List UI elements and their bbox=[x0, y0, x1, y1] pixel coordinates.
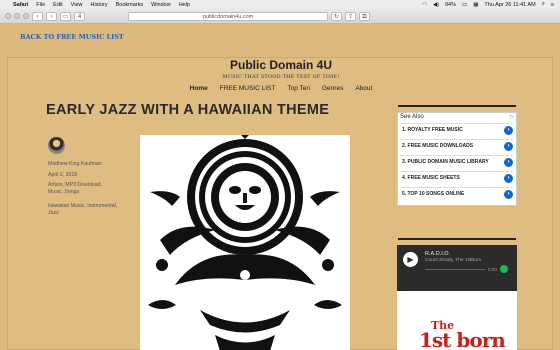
nav-home[interactable]: Home bbox=[190, 85, 208, 92]
tabs-icon[interactable]: ⧉ bbox=[359, 11, 370, 21]
album-art-text-2: 1st born bbox=[419, 328, 506, 350]
menu-history[interactable]: History bbox=[90, 2, 107, 8]
chevron-right-icon: › bbox=[504, 126, 513, 135]
extension-badge[interactable]: 4 bbox=[74, 11, 85, 21]
battery-icon[interactable]: ▭ bbox=[462, 2, 467, 8]
menu-window[interactable]: Window bbox=[151, 2, 171, 8]
battery-percent[interactable]: 94% bbox=[445, 2, 456, 8]
author-avatar[interactable] bbox=[48, 137, 65, 154]
main-nav: Home FREE MUSIC LIST Top Ten Genres Abou… bbox=[8, 85, 554, 92]
site-title[interactable]: Public Domain 4U bbox=[8, 58, 554, 72]
sidebar-divider bbox=[398, 238, 516, 240]
see-also-link-label: 2. FREE MUSIC DOWNLOADS bbox=[402, 143, 474, 149]
zoom-window-icon[interactable] bbox=[23, 13, 29, 19]
see-also-link-2[interactable]: 2. FREE MUSIC DOWNLOADS › bbox=[400, 139, 514, 152]
flag-icon[interactable]: ▦ bbox=[473, 2, 478, 8]
radio-title[interactable]: R.A.D.I.O. bbox=[425, 251, 450, 257]
tribal-sun-illustration bbox=[148, 135, 342, 350]
reload-icon[interactable]: ↻ bbox=[331, 11, 342, 21]
minimize-window-icon[interactable] bbox=[14, 13, 20, 19]
menu-file[interactable]: File bbox=[36, 2, 45, 8]
forward-button[interactable]: › bbox=[46, 11, 57, 21]
see-also-link-label: 4. FREE MUSIC SHEETS bbox=[402, 175, 460, 181]
see-also-link-label: 5. TOP 10 SONGS ONLINE bbox=[402, 191, 465, 197]
back-to-list-link[interactable]: BACK TO FREE MUSIC LIST bbox=[20, 33, 124, 41]
see-also-title: See Also bbox=[400, 114, 424, 120]
macos-menubar: Safari File Edit View History Bookmarks … bbox=[0, 0, 560, 9]
play-button[interactable]: ▶ bbox=[403, 252, 418, 267]
post-date[interactable]: April 2, 2018 bbox=[48, 172, 77, 179]
browser-toolbar: ‹ › ▭ 4 publicdomain4u.com ↻ ⇪ ⧉ bbox=[0, 9, 560, 24]
chevron-right-icon: › bbox=[504, 142, 513, 151]
see-also-link-label: 3. PUBLIC DOMAIN MUSIC LIBRARY bbox=[402, 159, 489, 165]
search-icon[interactable]: ⌕ bbox=[542, 1, 545, 8]
wifi-icon[interactable]: ◠ bbox=[422, 2, 427, 8]
menubar-status: ◠ ◀) 94% ▭ ▦ Thu Apr 26 11:41 AM ⌕ ≡ bbox=[422, 1, 554, 8]
sidebar-icon[interactable]: ▭ bbox=[60, 11, 71, 21]
post-title: EARLY JAZZ WITH A HAWAIIAN THEME bbox=[46, 102, 330, 118]
back-button[interactable]: ‹ bbox=[32, 11, 43, 21]
page-content: Public Domain 4U MUSIC THAT STOOD THE TE… bbox=[7, 57, 553, 350]
progress-bar[interactable] bbox=[425, 269, 485, 270]
see-also-link-label: 1. ROYALTY FREE MUSIC bbox=[402, 127, 463, 133]
close-window-icon[interactable] bbox=[5, 13, 11, 19]
ad-choices-icon[interactable]: ▷ bbox=[510, 114, 514, 120]
menu-app-safari[interactable]: Safari bbox=[13, 2, 28, 8]
nav-free-music-list[interactable]: FREE MUSIC LIST bbox=[220, 85, 276, 92]
menubar-clock[interactable]: Thu Apr 26 11:41 AM bbox=[484, 2, 535, 8]
author-link[interactable]: Matthew King Kaufman bbox=[48, 161, 102, 168]
featured-image bbox=[140, 135, 350, 350]
see-also-link-5[interactable]: 5. TOP 10 SONGS ONLINE › bbox=[400, 187, 514, 200]
chevron-right-icon: › bbox=[504, 158, 513, 167]
chevron-right-icon: › bbox=[504, 174, 513, 183]
menu-bookmarks[interactable]: Bookmarks bbox=[116, 2, 144, 8]
sidebar-divider bbox=[398, 105, 516, 107]
post-categories[interactable]: Artists, MP3 Download, Music, Songs bbox=[48, 182, 118, 196]
nav-top-ten[interactable]: Top Ten bbox=[287, 85, 310, 92]
notification-center-icon[interactable]: ≡ bbox=[551, 2, 554, 8]
menu-edit[interactable]: Edit bbox=[53, 2, 62, 8]
nav-genres[interactable]: Genres bbox=[322, 85, 343, 92]
share-icon[interactable]: ⇪ bbox=[345, 11, 356, 21]
radio-time: 0:00 bbox=[488, 267, 497, 272]
menu-view[interactable]: View bbox=[71, 2, 83, 8]
address-bar[interactable]: publicdomain4u.com bbox=[128, 11, 328, 21]
see-also-link-3[interactable]: 3. PUBLIC DOMAIN MUSIC LIBRARY › bbox=[400, 155, 514, 168]
music-player-widget: ▶ R.A.D.I.O. Count Slowly, The 1stBorn 0… bbox=[397, 245, 517, 291]
site-tagline: MUSIC THAT STOOD THE TEST OF TIME! bbox=[222, 74, 340, 80]
see-also-link-4[interactable]: 4. FREE MUSIC SHEETS › bbox=[400, 171, 514, 184]
see-also-link-1[interactable]: 1. ROYALTY FREE MUSIC › bbox=[400, 123, 514, 136]
see-also-widget: See Also ▷ 1. ROYALTY FREE MUSIC › 2. FRE… bbox=[397, 112, 517, 206]
menu-help[interactable]: Help bbox=[179, 2, 190, 8]
post-tags[interactable]: Hawaiian Music, Instrumental, Jazz bbox=[48, 203, 118, 217]
chevron-right-icon: › bbox=[504, 190, 513, 199]
volume-icon[interactable]: ◀) bbox=[433, 2, 439, 8]
nav-about[interactable]: About bbox=[355, 85, 372, 92]
spotify-icon[interactable] bbox=[500, 265, 508, 273]
radio-song[interactable]: Count Slowly, The 1stBorn bbox=[425, 258, 481, 263]
album-art-image: The 1st born bbox=[397, 291, 517, 350]
